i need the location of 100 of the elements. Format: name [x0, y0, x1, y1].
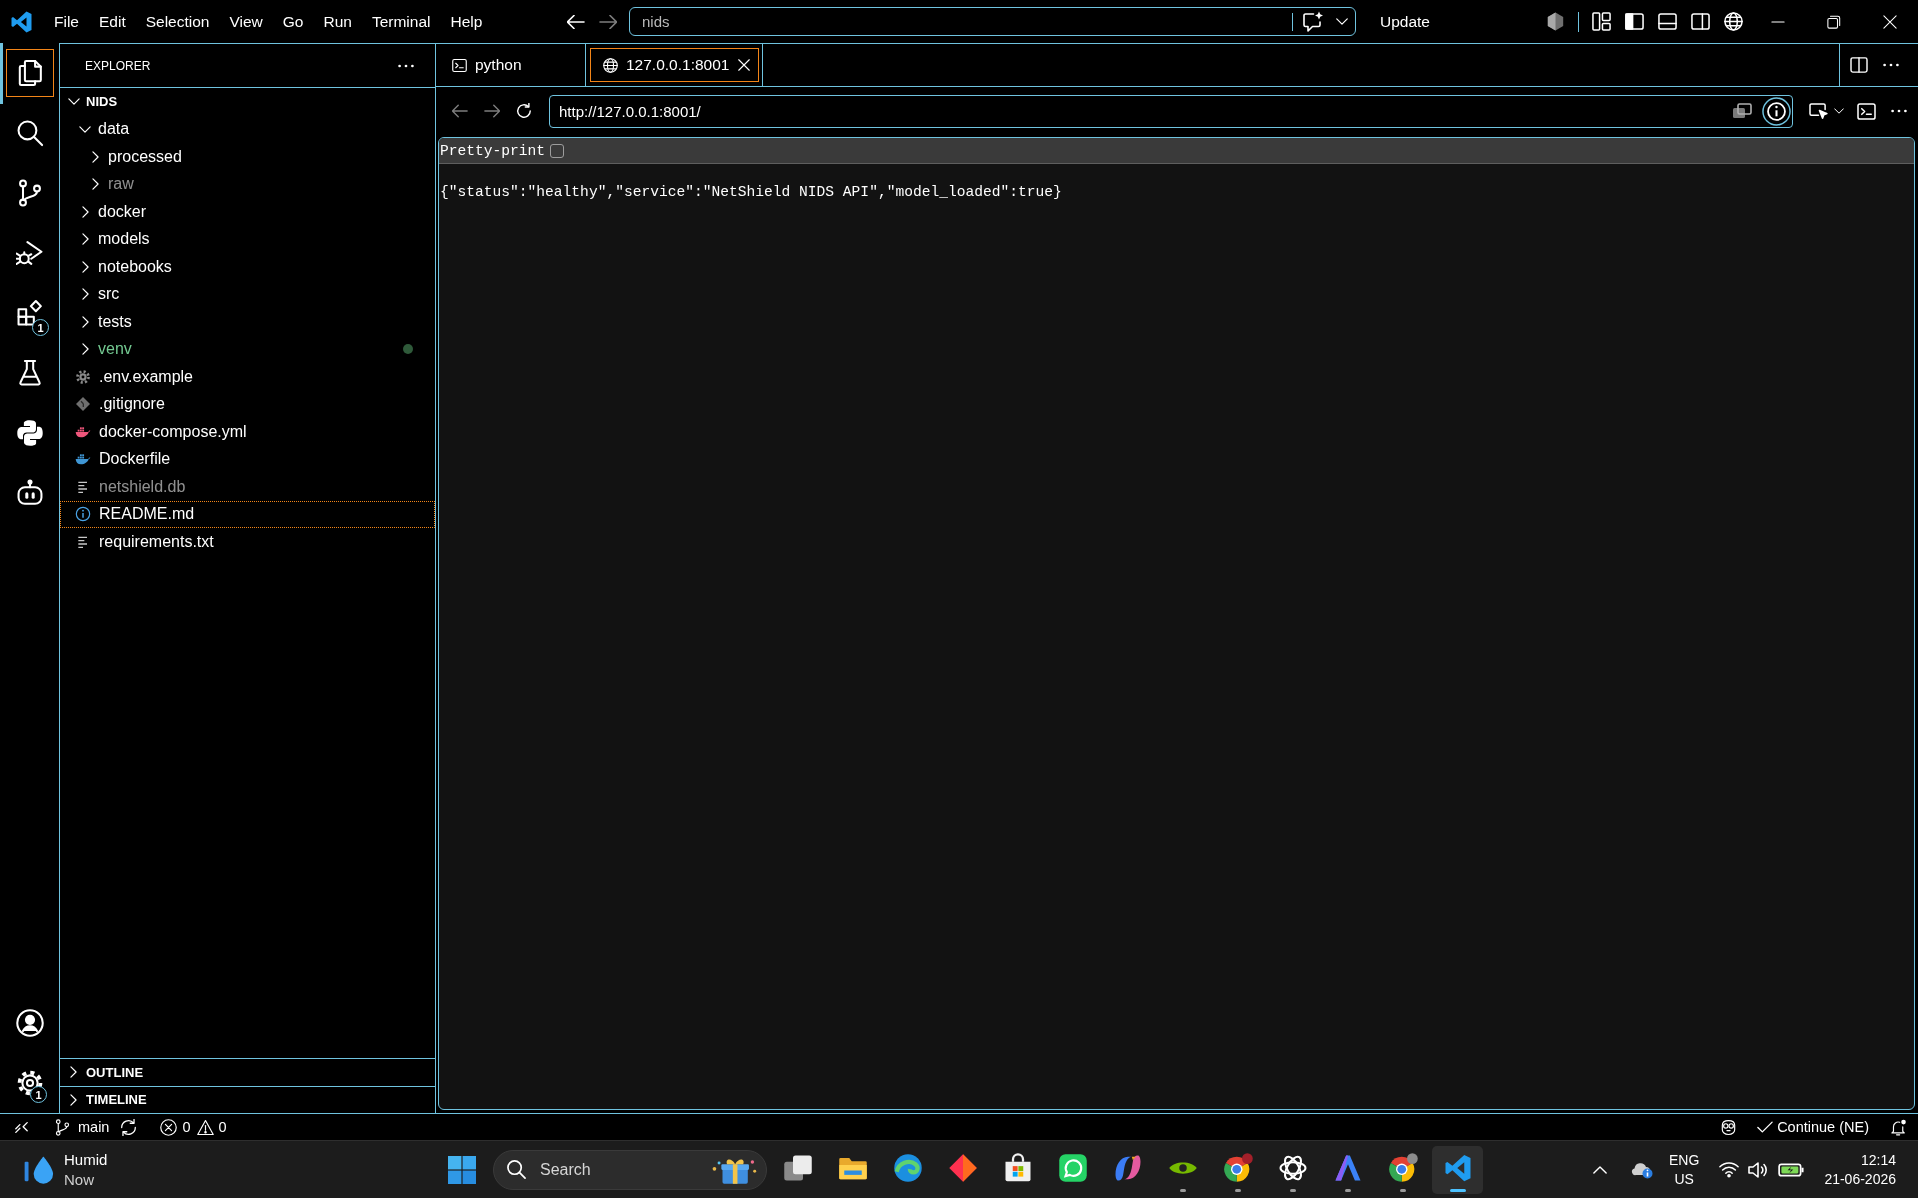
response-text: {"status":"healthy","service":"NetShield NIDS API","model_loaded":true}	[440, 183, 1062, 201]
tree-item[interactable]: src	[60, 280, 435, 308]
speaker-icon[interactable]	[1748, 1161, 1769, 1178]
menu-item[interactable]: Selection	[135, 6, 220, 37]
tree-item[interactable]: raw	[60, 170, 435, 198]
screen-cursor-icon[interactable]	[1809, 102, 1828, 120]
globe-icon	[603, 57, 618, 73]
region-label[interactable]: US	[1674, 1169, 1694, 1189]
info-icon[interactable]	[1762, 96, 1791, 126]
play-bug-icon[interactable]	[15, 239, 44, 267]
taskbar-button[interactable]	[1432, 1145, 1483, 1194]
terminal-icon	[452, 57, 467, 73]
tree-item[interactable]: docker	[60, 198, 435, 226]
section-header[interactable]: OUTLINE	[60, 1058, 435, 1086]
terminal-icon[interactable]	[1857, 102, 1876, 120]
tree-item[interactable]: README.md	[60, 500, 435, 528]
tree-item[interactable]: models	[60, 225, 435, 253]
sidebar-left-icon[interactable]	[1625, 12, 1644, 31]
tree-item[interactable]: NIDS	[60, 88, 435, 116]
gear-icon	[75, 368, 91, 385]
tree-item[interactable]: docker-compose.yml	[60, 418, 435, 446]
tree-item[interactable]: Dockerfile	[60, 445, 435, 473]
files-icon[interactable]	[5, 49, 54, 97]
globe-icon[interactable]	[1724, 12, 1743, 31]
snake-logo-icon[interactable]	[15, 419, 44, 447]
branch-icon	[54, 1118, 71, 1136]
chevron-down-icon[interactable]	[1336, 18, 1348, 25]
branch-button[interactable]: main	[54, 1118, 110, 1136]
more-icon[interactable]	[1891, 109, 1907, 113]
menu-item[interactable]: View	[219, 6, 273, 37]
section-header[interactable]: TIMELINE	[60, 1085, 435, 1113]
split-editor-icon[interactable]	[1850, 57, 1868, 73]
cloud-icon[interactable]	[1630, 1160, 1654, 1179]
robot-icon[interactable]	[15, 479, 44, 507]
url-field[interactable]: http://127.0.0.1:8001/	[549, 94, 1793, 128]
chevron-down-icon[interactable]	[1834, 108, 1844, 114]
command-center[interactable]: nids	[629, 7, 1356, 36]
error-count[interactable]: 0	[160, 1118, 191, 1136]
tree-item[interactable]: notebooks	[60, 253, 435, 281]
menu-item[interactable]: Go	[272, 6, 314, 37]
settings-icon[interactable]	[15, 1069, 44, 1097]
weather-condition[interactable]: Humid	[64, 1149, 108, 1170]
check-icon	[1757, 1121, 1774, 1133]
grid-logo-icon[interactable]	[448, 1155, 476, 1184]
pretty-print-label: Pretty-print	[440, 142, 546, 159]
update-button[interactable]: Update	[1368, 6, 1442, 37]
peak-icon	[1332, 1153, 1363, 1183]
tree-item[interactable]: .gitignore	[60, 390, 435, 418]
minimize-icon[interactable]	[1771, 20, 1785, 23]
editor-tab[interactable]: python	[436, 44, 586, 86]
close-icon[interactable]	[738, 59, 750, 71]
chevron-up-icon[interactable]	[1593, 1165, 1608, 1174]
tree-item[interactable]: venv	[60, 335, 435, 363]
restore-icon[interactable]	[1827, 14, 1841, 29]
warning-count[interactable]: 0	[196, 1118, 227, 1136]
sync-icon[interactable]	[120, 1118, 138, 1136]
wifi-icon[interactable]	[1719, 1161, 1740, 1178]
remote-icon[interactable]	[15, 1120, 28, 1134]
bell-icon[interactable]	[1890, 1118, 1907, 1136]
clock-time[interactable]: 12:14	[1860, 1150, 1896, 1170]
clock-date[interactable]: 21-06-2026	[1824, 1169, 1896, 1189]
tree-item[interactable]: netshield.db	[60, 473, 435, 501]
panel-bottom-icon[interactable]	[1658, 12, 1677, 31]
continue-button[interactable]: Continue (NE)	[1757, 1119, 1869, 1135]
account-icon[interactable]	[15, 1009, 44, 1037]
tree-item[interactable]: requirements.txt	[60, 528, 435, 556]
editor-tab[interactable]: 127.0.0.1:8001	[586, 44, 763, 86]
menu-item[interactable]: Help	[440, 6, 493, 37]
tree-item[interactable]: .env.example	[60, 363, 435, 391]
search-icon[interactable]	[15, 119, 44, 147]
layout-grid-icon[interactable]	[1592, 12, 1611, 31]
overlapping-windows-icon[interactable]	[1732, 102, 1752, 119]
checkbox[interactable]	[550, 143, 565, 158]
diamond-icon	[75, 396, 91, 413]
atom-icon	[1277, 1153, 1308, 1183]
segmented-circle-icon	[1387, 1153, 1418, 1183]
tree-item[interactable]: tests	[60, 308, 435, 336]
app-logo-icon	[11, 10, 32, 33]
chat-sparkle-icon[interactable]	[1303, 11, 1324, 32]
sidebar-right-icon[interactable]	[1691, 12, 1710, 31]
menu-item[interactable]: Edit	[89, 6, 136, 37]
active-indicator	[0, 43, 3, 104]
tree-item[interactable]: processed	[60, 143, 435, 171]
close-icon[interactable]	[1883, 14, 1897, 29]
count-badge: 1	[32, 319, 49, 336]
menu-item[interactable]: File	[44, 6, 89, 37]
panel-title: EXPLORER	[85, 58, 152, 73]
water-drop-icon[interactable]	[24, 1154, 55, 1185]
menu-item[interactable]: Terminal	[361, 6, 441, 37]
weather-time[interactable]: Now	[64, 1169, 94, 1190]
more-icon[interactable]	[1883, 63, 1899, 67]
menu-item[interactable]: Run	[313, 6, 362, 37]
more-icon[interactable]	[398, 63, 414, 68]
search-field[interactable]: Search	[493, 1149, 767, 1190]
language-label[interactable]: ENG	[1669, 1150, 1700, 1170]
hexagon-icon[interactable]	[1546, 12, 1565, 31]
goggles-face-icon[interactable]	[1720, 1118, 1738, 1136]
tree-item[interactable]: data	[60, 115, 435, 143]
battery-icon[interactable]	[1778, 1162, 1805, 1177]
reload-icon[interactable]	[516, 103, 532, 119]
